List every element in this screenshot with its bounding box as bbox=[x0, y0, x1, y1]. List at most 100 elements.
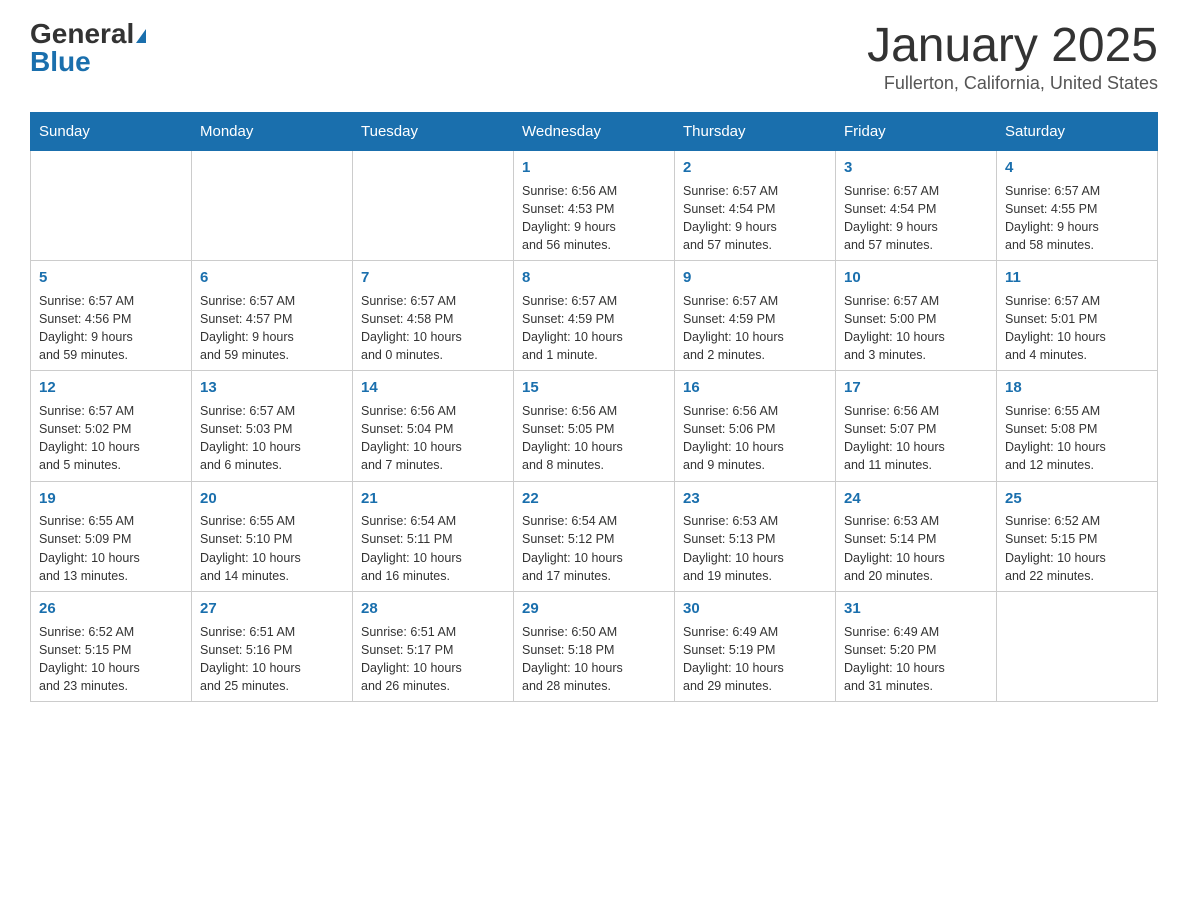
day-number: 18 bbox=[1005, 377, 1149, 399]
day-number: 13 bbox=[200, 377, 344, 399]
day-info: Sunrise: 6:53 AMSunset: 5:14 PMDaylight:… bbox=[844, 512, 988, 585]
day-number: 21 bbox=[361, 488, 505, 510]
day-number: 2 bbox=[683, 157, 827, 179]
day-number: 25 bbox=[1005, 488, 1149, 510]
day-info: Sunrise: 6:55 AMSunset: 5:10 PMDaylight:… bbox=[200, 512, 344, 585]
title-block: January 2025 Fullerton, California, Unit… bbox=[867, 20, 1158, 94]
day-number: 30 bbox=[683, 598, 827, 620]
day-info: Sunrise: 6:57 AMSunset: 4:55 PMDaylight:… bbox=[1005, 182, 1149, 255]
logo-top-row: General bbox=[30, 20, 146, 48]
calendar-week-3: 12Sunrise: 6:57 AMSunset: 5:02 PMDayligh… bbox=[31, 371, 1158, 481]
day-number: 27 bbox=[200, 598, 344, 620]
weekday-header-thursday: Thursday bbox=[675, 112, 836, 150]
calendar-cell: 14 Sunrise: 6:56 AMSunset: 5:04 PMDayligh… bbox=[353, 371, 514, 481]
day-info: Sunrise: 6:53 AMSunset: 5:13 PMDaylight:… bbox=[683, 512, 827, 585]
day-number: 7 bbox=[361, 267, 505, 289]
calendar-cell: 22Sunrise: 6:54 AMSunset: 5:12 PMDayligh… bbox=[514, 481, 675, 591]
day-number: 9 bbox=[683, 267, 827, 289]
calendar-cell bbox=[31, 150, 192, 260]
day-info: Sunrise: 6:51 AMSunset: 5:16 PMDaylight:… bbox=[200, 623, 344, 696]
day-info: Sunrise: 6:57 AMSunset: 5:02 PMDaylight:… bbox=[39, 402, 183, 475]
day-number: 16 bbox=[683, 377, 827, 399]
calendar-cell: 2Sunrise: 6:57 AMSunset: 4:54 PMDaylight… bbox=[675, 150, 836, 260]
calendar-week-5: 26 Sunrise: 6:52 AMSunset: 5:15 PMDayligh… bbox=[31, 591, 1158, 701]
day-number: 26 bbox=[39, 598, 183, 620]
calendar-cell: 13 Sunrise: 6:57 AMSunset: 5:03 PMDayligh… bbox=[192, 371, 353, 481]
day-info: Sunrise: 6:54 AMSunset: 5:12 PMDaylight:… bbox=[522, 512, 666, 585]
calendar-cell: 9 Sunrise: 6:57 AMSunset: 4:59 PMDaylight… bbox=[675, 261, 836, 371]
day-info: Sunrise: 6:57 AMSunset: 4:54 PMDaylight:… bbox=[844, 182, 988, 255]
calendar-cell: 8Sunrise: 6:57 AMSunset: 4:59 PMDaylight… bbox=[514, 261, 675, 371]
location-text: Fullerton, California, United States bbox=[867, 73, 1158, 94]
calendar-cell bbox=[997, 591, 1158, 701]
day-info: Sunrise: 6:56 AMSunset: 5:06 PMDaylight:… bbox=[683, 402, 827, 475]
calendar-cell: 24Sunrise: 6:53 AMSunset: 5:14 PMDayligh… bbox=[836, 481, 997, 591]
day-info: Sunrise: 6:51 AMSunset: 5:17 PMDaylight:… bbox=[361, 623, 505, 696]
day-info: Sunrise: 6:57 AMSunset: 4:56 PMDaylight:… bbox=[39, 292, 183, 365]
day-number: 5 bbox=[39, 267, 183, 289]
calendar-cell: 10Sunrise: 6:57 AMSunset: 5:00 PMDayligh… bbox=[836, 261, 997, 371]
day-info: Sunrise: 6:52 AMSunset: 5:15 PMDaylight:… bbox=[39, 623, 183, 696]
calendar-cell: 15 Sunrise: 6:56 AMSunset: 5:05 PMDayligh… bbox=[514, 371, 675, 481]
calendar-week-4: 19Sunrise: 6:55 AMSunset: 5:09 PMDayligh… bbox=[31, 481, 1158, 591]
calendar-cell: 12Sunrise: 6:57 AMSunset: 5:02 PMDayligh… bbox=[31, 371, 192, 481]
day-number: 8 bbox=[522, 267, 666, 289]
day-number: 29 bbox=[522, 598, 666, 620]
day-number: 6 bbox=[200, 267, 344, 289]
day-info: Sunrise: 6:57 AMSunset: 4:59 PMDaylight:… bbox=[683, 292, 827, 365]
weekday-header-saturday: Saturday bbox=[997, 112, 1158, 150]
day-number: 20 bbox=[200, 488, 344, 510]
calendar-cell: 19Sunrise: 6:55 AMSunset: 5:09 PMDayligh… bbox=[31, 481, 192, 591]
day-number: 24 bbox=[844, 488, 988, 510]
calendar-cell: 6 Sunrise: 6:57 AMSunset: 4:57 PMDaylight… bbox=[192, 261, 353, 371]
logo-general-text: General bbox=[30, 18, 134, 49]
day-info: Sunrise: 6:54 AMSunset: 5:11 PMDaylight:… bbox=[361, 512, 505, 585]
weekday-header-sunday: Sunday bbox=[31, 112, 192, 150]
day-info: Sunrise: 6:57 AMSunset: 4:57 PMDaylight:… bbox=[200, 292, 344, 365]
calendar-week-1: 1 Sunrise: 6:56 AMSunset: 4:53 PMDaylight… bbox=[31, 150, 1158, 260]
calendar-cell: 16 Sunrise: 6:56 AMSunset: 5:06 PMDayligh… bbox=[675, 371, 836, 481]
day-number: 11 bbox=[1005, 267, 1149, 289]
calendar-cell: 5 Sunrise: 6:57 AMSunset: 4:56 PMDaylight… bbox=[31, 261, 192, 371]
calendar-cell: 26 Sunrise: 6:52 AMSunset: 5:15 PMDayligh… bbox=[31, 591, 192, 701]
day-info: Sunrise: 6:52 AMSunset: 5:15 PMDaylight:… bbox=[1005, 512, 1149, 585]
calendar-cell: 1 Sunrise: 6:56 AMSunset: 4:53 PMDaylight… bbox=[514, 150, 675, 260]
calendar-cell: 11 Sunrise: 6:57 AMSunset: 5:01 PMDayligh… bbox=[997, 261, 1158, 371]
logo: General Blue bbox=[30, 20, 146, 76]
day-number: 22 bbox=[522, 488, 666, 510]
weekday-header-tuesday: Tuesday bbox=[353, 112, 514, 150]
calendar-cell: 30Sunrise: 6:49 AMSunset: 5:19 PMDayligh… bbox=[675, 591, 836, 701]
day-info: Sunrise: 6:56 AMSunset: 4:53 PMDaylight:… bbox=[522, 182, 666, 255]
calendar-cell: 17Sunrise: 6:56 AMSunset: 5:07 PMDayligh… bbox=[836, 371, 997, 481]
day-number: 15 bbox=[522, 377, 666, 399]
day-number: 28 bbox=[361, 598, 505, 620]
month-title: January 2025 bbox=[867, 20, 1158, 73]
day-info: Sunrise: 6:57 AMSunset: 5:01 PMDaylight:… bbox=[1005, 292, 1149, 365]
calendar-cell: 23Sunrise: 6:53 AMSunset: 5:13 PMDayligh… bbox=[675, 481, 836, 591]
day-info: Sunrise: 6:56 AMSunset: 5:04 PMDaylight:… bbox=[361, 402, 505, 475]
calendar-cell: 4Sunrise: 6:57 AMSunset: 4:55 PMDaylight… bbox=[997, 150, 1158, 260]
calendar-cell: 29 Sunrise: 6:50 AMSunset: 5:18 PMDayligh… bbox=[514, 591, 675, 701]
day-number: 1 bbox=[522, 157, 666, 179]
weekday-header-monday: Monday bbox=[192, 112, 353, 150]
calendar-cell: 3Sunrise: 6:57 AMSunset: 4:54 PMDaylight… bbox=[836, 150, 997, 260]
calendar-cell bbox=[353, 150, 514, 260]
day-info: Sunrise: 6:57 AMSunset: 5:03 PMDaylight:… bbox=[200, 402, 344, 475]
day-number: 23 bbox=[683, 488, 827, 510]
day-number: 17 bbox=[844, 377, 988, 399]
weekday-header-friday: Friday bbox=[836, 112, 997, 150]
day-number: 14 bbox=[361, 377, 505, 399]
day-info: Sunrise: 6:55 AMSunset: 5:08 PMDaylight:… bbox=[1005, 402, 1149, 475]
day-info: Sunrise: 6:55 AMSunset: 5:09 PMDaylight:… bbox=[39, 512, 183, 585]
weekday-header-row: SundayMondayTuesdayWednesdayThursdayFrid… bbox=[31, 112, 1158, 150]
logo-triangle-icon bbox=[136, 29, 146, 43]
day-number: 10 bbox=[844, 267, 988, 289]
page-header: General Blue January 2025 Fullerton, Cal… bbox=[30, 20, 1158, 94]
day-info: Sunrise: 6:50 AMSunset: 5:18 PMDaylight:… bbox=[522, 623, 666, 696]
weekday-header-wednesday: Wednesday bbox=[514, 112, 675, 150]
calendar-cell: 20Sunrise: 6:55 AMSunset: 5:10 PMDayligh… bbox=[192, 481, 353, 591]
day-info: Sunrise: 6:57 AMSunset: 4:58 PMDaylight:… bbox=[361, 292, 505, 365]
calendar-cell bbox=[192, 150, 353, 260]
calendar-cell: 7 Sunrise: 6:57 AMSunset: 4:58 PMDaylight… bbox=[353, 261, 514, 371]
day-info: Sunrise: 6:56 AMSunset: 5:05 PMDaylight:… bbox=[522, 402, 666, 475]
